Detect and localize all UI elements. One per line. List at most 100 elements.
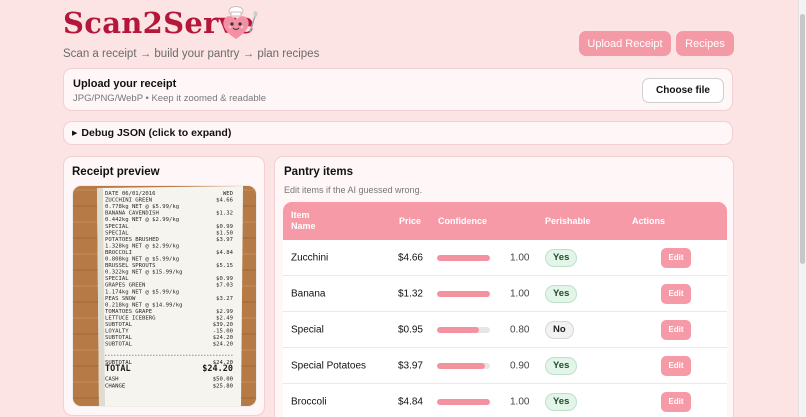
confidence-value: 1.00: [510, 252, 530, 263]
table-row: Broccoli $4.84 1.00 Yes Edit: [283, 384, 727, 417]
receipt-summary-amount: $24.20: [202, 364, 233, 374]
receipt-line-text: SUBTOTAL: [105, 342, 133, 348]
edit-button[interactable]: Edit: [661, 355, 691, 376]
receipt-summary-label: TOTAL: [105, 364, 131, 374]
confidence-value: 0.90: [510, 360, 530, 371]
pantry-items-card: Pantry items Edit items if the AI guesse…: [274, 156, 734, 417]
perishable-badge: Yes: [545, 392, 578, 411]
confidence-bar: [437, 326, 490, 333]
receipt-line-amount: -15.00: [213, 329, 233, 335]
table-row: Banana $1.32 1.00 Yes Edit: [283, 276, 727, 312]
scrollbar-thumb[interactable]: [800, 14, 805, 264]
receipt-line-text: SPECIAL: [105, 276, 129, 282]
receipt-photo: DATE 06/01/2016 WED ZUCCHINI GREEN $4.66 0.…: [73, 186, 256, 406]
receipt-line-text: 0.218kg NET @ $14.99/kg: [105, 302, 182, 308]
page-scrollbar[interactable]: [798, 0, 806, 417]
confidence-bar-fill: [437, 326, 480, 333]
receipt-line-amount: $2.99: [216, 309, 233, 315]
upload-receipt-button[interactable]: Upload Receipt: [579, 31, 671, 56]
confidence-bar-fill: [437, 290, 490, 297]
column-header-item-name: Item Name: [291, 210, 316, 231]
receipt-preview-heading: Receipt preview: [72, 166, 160, 178]
upload-hint: JPG/PNG/WebP • Keep it zoomed & readable: [73, 93, 267, 104]
confidence-bar: [437, 362, 490, 369]
receipt-summary-amount: $25.80: [213, 383, 233, 389]
receipt-line-amount: $2.49: [216, 315, 233, 321]
receipt-line-amount: $1.50: [216, 230, 233, 236]
receipt-line-text: BROCCOLI: [105, 250, 132, 256]
receipt-line-text: DATE 06/01/2016: [105, 191, 156, 197]
receipt-line-text: SUBTOTAL: [105, 335, 133, 341]
receipt-line-amount: $5.15: [216, 263, 233, 269]
receipt-line-amount: $1.32: [216, 211, 233, 217]
receipt-line-amount: $3.97: [216, 237, 233, 243]
receipt-summary-label: CHANGE: [105, 383, 126, 389]
recipes-button[interactable]: Recipes: [676, 31, 734, 56]
receipt-line-text: BRUSSEL SPROUTS: [105, 263, 156, 269]
perishable-badge: Yes: [545, 248, 578, 267]
item-price: $3.97: [397, 360, 423, 371]
perishable-badge: Yes: [545, 356, 578, 375]
receipt-line-text: 0.808kg NET @ $5.99/kg: [105, 257, 179, 263]
debug-json-toggle[interactable]: ▶ Debug JSON (click to expand): [63, 121, 733, 145]
receipt-line-amount: $4.84: [216, 250, 233, 256]
table-row: Zucchini $4.66 1.00 Yes Edit: [283, 240, 727, 276]
pantry-table-header: Item Name Price Confidence Perishable Ac…: [283, 202, 727, 240]
receipt-line-text: 1.328kg NET @ $2.99/kg: [105, 243, 179, 249]
receipt-line-text: 0.778kg NET @ $5.99/kg: [105, 204, 179, 210]
receipt-line-text: 0.322kg NET @ $15.99/kg: [105, 270, 182, 276]
receipt-preview-card: Receipt preview DATE 06/01/2016 WED ZUCCHI…: [63, 156, 265, 416]
edit-button[interactable]: Edit: [661, 391, 691, 412]
receipt-line-amount: $4.66: [216, 198, 233, 204]
item-price: $0.95: [397, 324, 423, 335]
upload-card: Upload your receipt JPG/PNG/WebP • Keep …: [63, 68, 733, 111]
item-price: $4.66: [397, 252, 423, 263]
receipt-line-amount: $7.03: [216, 283, 233, 289]
column-header-perishable: Perishable: [545, 216, 591, 226]
choose-file-button[interactable]: Choose file: [642, 78, 724, 103]
item-name: Special: [291, 323, 324, 335]
pantry-subtitle: Edit items if the AI guessed wrong.: [284, 185, 423, 195]
confidence-bar-fill: [437, 254, 490, 261]
receipt-line-text: ZUCCHINI GREEN: [105, 198, 152, 204]
item-name: Banana: [291, 287, 326, 299]
receipt-summary-amount: $50.00: [213, 377, 233, 383]
receipt-line-text: 0.442kg NET @ $2.99/kg: [105, 217, 179, 223]
receipt-line-amount: $24.20: [213, 342, 233, 348]
column-header-price: Price: [399, 216, 422, 226]
pantry-heading: Pantry items: [284, 166, 354, 178]
receipt-line-amount: $24.20: [213, 335, 233, 341]
receipt-line-text: POTATOES BRUSHED: [105, 237, 160, 243]
receipt-summary-label: CASH: [105, 377, 118, 383]
confidence-bar: [437, 398, 490, 405]
receipt-line-text: LOYALTY: [105, 329, 129, 335]
pantry-table: Item Name Price Confidence Perishable Ac…: [283, 202, 727, 417]
debug-json-label: Debug JSON (click to expand): [81, 127, 232, 139]
edit-button[interactable]: Edit: [661, 283, 691, 304]
expand-triangle-icon: ▶: [72, 130, 78, 137]
item-price: $4.84: [397, 396, 423, 407]
table-row: Special Potatoes $3.97 0.90 Yes Edit: [283, 348, 727, 384]
edit-button[interactable]: Edit: [661, 247, 691, 268]
receipt-photo-frame: DATE 06/01/2016 WED ZUCCHINI GREEN $4.66 0.…: [72, 185, 257, 407]
receipt-line-text: SPECIAL: [105, 230, 129, 236]
column-header-confidence: Confidence: [438, 216, 488, 226]
receipt-line-text: GRAPES GREEN: [105, 283, 145, 289]
confidence-value: 0.80: [510, 324, 530, 335]
item-name: Zucchini: [291, 251, 329, 263]
edit-button[interactable]: Edit: [661, 319, 691, 340]
column-header-actions: Actions: [632, 216, 666, 226]
receipt-line-amount: $3.27: [216, 296, 233, 302]
heart-chef-mascot-icon: [223, 6, 258, 39]
app-tagline: Scan a receipt → build your pantry → pla…: [63, 48, 320, 60]
receipt-line-amount: WED: [223, 191, 234, 197]
confidence-bar-fill: [437, 398, 490, 405]
receipt-line-text: LETTUCE ICEBERG: [105, 315, 156, 321]
receipt-line-text: SUBTOTAL: [105, 322, 133, 328]
item-name: Special Potatoes: [291, 359, 367, 371]
confidence-value: 1.00: [510, 288, 530, 299]
upload-heading: Upload your receipt: [73, 78, 177, 90]
confidence-bar: [437, 290, 490, 297]
confidence-bar-fill: [437, 362, 485, 369]
receipt-line-text: TOMATOES GRAPE: [105, 309, 153, 315]
